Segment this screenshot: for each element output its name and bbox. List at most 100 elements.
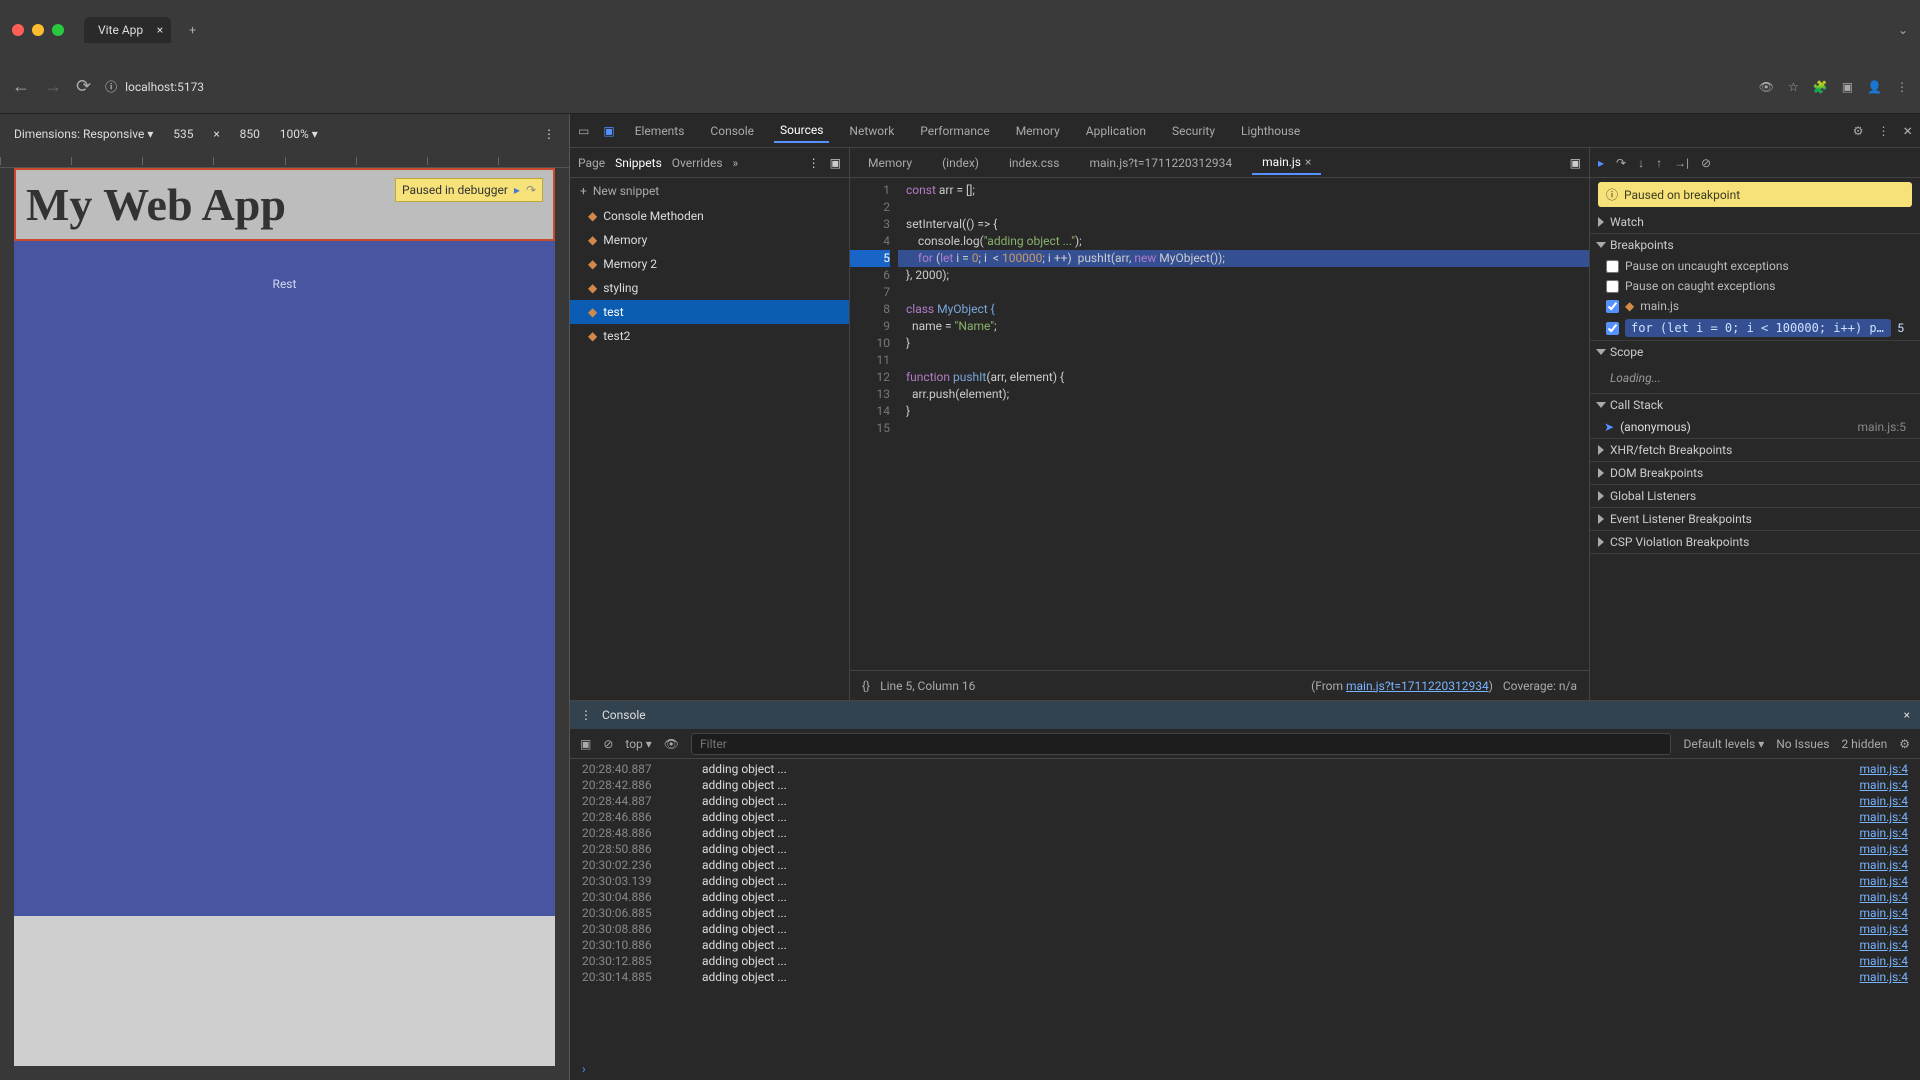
- device-toggle-icon[interactable]: ▣: [603, 124, 614, 138]
- pause-caught-checkbox[interactable]: Pause on caught exceptions: [1590, 276, 1920, 296]
- log-source-link[interactable]: main.js:4: [1860, 906, 1908, 920]
- page-preview[interactable]: My Web App Paused in debugger ▸ ↷ Rest: [14, 168, 555, 1066]
- tab-console[interactable]: Console: [704, 120, 760, 142]
- console-settings-icon[interactable]: ⚙: [1899, 737, 1910, 751]
- dom-breakpoints[interactable]: DOM Breakpoints: [1590, 462, 1920, 484]
- console-log-list[interactable]: 20:28:40.887adding object ...main.js:420…: [570, 759, 1920, 1058]
- back-button[interactable]: ←: [12, 76, 30, 97]
- tab-elements[interactable]: Elements: [629, 120, 691, 142]
- inspect-icon[interactable]: ▭: [578, 124, 589, 138]
- log-source-link[interactable]: main.js:4: [1860, 778, 1908, 792]
- etab-indexcss[interactable]: index.css: [999, 152, 1069, 174]
- resume-button[interactable]: ▸: [1598, 156, 1604, 170]
- bp-line-row[interactable]: for (let i = 0; i < 100000; i++) p…5: [1590, 316, 1920, 340]
- url-field[interactable]: ⓘ localhost:5173: [105, 78, 1745, 95]
- snippet-item[interactable]: ◆test2: [570, 324, 849, 348]
- browser-tab[interactable]: Vite App ×: [84, 17, 171, 43]
- profile-icon[interactable]: 👤: [1867, 80, 1882, 94]
- step-into-button[interactable]: ↓: [1638, 156, 1644, 170]
- bp-file-row[interactable]: ◆main.js: [1590, 296, 1920, 316]
- step-over-button[interactable]: ↷: [1616, 156, 1626, 170]
- log-source-link[interactable]: main.js:4: [1860, 938, 1908, 952]
- eye-off-icon[interactable]: 👁: [1759, 80, 1774, 94]
- log-source-link[interactable]: main.js:4: [1860, 922, 1908, 936]
- console-menu-icon[interactable]: ⋮: [580, 708, 592, 722]
- tab-network[interactable]: Network: [843, 120, 900, 142]
- event-breakpoints[interactable]: Event Listener Breakpoints: [1590, 508, 1920, 530]
- callstack-frame[interactable]: ➤ (anonymous) main.js:5: [1590, 416, 1920, 438]
- site-info-icon[interactable]: ⓘ: [105, 78, 117, 95]
- format-icon[interactable]: {}: [862, 679, 870, 693]
- tab-lighthouse[interactable]: Lighthouse: [1235, 120, 1306, 142]
- minimize-window-button[interactable]: [32, 24, 44, 36]
- code-editor[interactable]: 1234 5678 9101112 131415 const arr = [];…: [850, 178, 1589, 670]
- width-input[interactable]: [163, 127, 203, 141]
- nav-page-tab[interactable]: Page: [578, 156, 605, 170]
- nav-snippets-tab[interactable]: Snippets: [615, 156, 662, 170]
- editor-more-icon[interactable]: ▣: [1570, 156, 1581, 170]
- watch-section[interactable]: Watch: [1590, 211, 1920, 233]
- code-lines[interactable]: const arr = []; setInterval(() => { cons…: [898, 178, 1589, 670]
- snippet-item[interactable]: ◆styling: [570, 276, 849, 300]
- nav-menu-icon[interactable]: ⋮: [808, 156, 820, 170]
- log-source-link[interactable]: main.js:4: [1860, 842, 1908, 856]
- callstack-section[interactable]: Call Stack: [1590, 394, 1920, 416]
- close-tab-icon[interactable]: ×: [1305, 155, 1311, 169]
- log-source-link[interactable]: main.js:4: [1860, 874, 1908, 888]
- levels-dropdown[interactable]: Default levels ▾: [1683, 737, 1764, 751]
- global-listeners[interactable]: Global Listeners: [1590, 485, 1920, 507]
- scope-section[interactable]: Scope: [1590, 341, 1920, 363]
- deactivate-breakpoints-button[interactable]: ⊘: [1701, 156, 1711, 170]
- tab-sources[interactable]: Sources: [774, 119, 829, 143]
- log-source-link[interactable]: main.js:4: [1860, 954, 1908, 968]
- clear-console-icon[interactable]: ⊘: [603, 737, 613, 751]
- step-button[interactable]: →|: [1674, 156, 1689, 170]
- close-drawer-icon[interactable]: ×: [1904, 708, 1910, 722]
- step-icon[interactable]: ↷: [526, 183, 536, 197]
- menu-icon[interactable]: ⋮: [1896, 80, 1908, 94]
- log-source-link[interactable]: main.js:4: [1860, 858, 1908, 872]
- snippet-item[interactable]: ◆Memory: [570, 228, 849, 252]
- new-snippet-button[interactable]: + New snippet: [570, 178, 849, 204]
- tab-performance[interactable]: Performance: [914, 120, 995, 142]
- xhr-breakpoints[interactable]: XHR/fetch Breakpoints: [1590, 439, 1920, 461]
- snippet-item[interactable]: ◆Console Methoden: [570, 204, 849, 228]
- reload-button[interactable]: ⟳: [76, 76, 91, 97]
- log-source-link[interactable]: main.js:4: [1860, 826, 1908, 840]
- snippet-item[interactable]: ◆Memory 2: [570, 252, 849, 276]
- devtools-menu-icon[interactable]: ⋮: [1877, 124, 1889, 138]
- filter-input[interactable]: [691, 733, 1671, 755]
- step-out-button[interactable]: ↑: [1656, 156, 1662, 170]
- context-dropdown[interactable]: top ▾: [625, 737, 651, 751]
- live-expression-icon[interactable]: 👁: [664, 737, 679, 751]
- close-window-button[interactable]: [12, 24, 24, 36]
- snippet-item[interactable]: ◆test: [570, 300, 849, 324]
- csp-breakpoints[interactable]: CSP Violation Breakpoints: [1590, 531, 1920, 553]
- pause-uncaught-checkbox[interactable]: Pause on uncaught exceptions: [1590, 256, 1920, 276]
- tab-application[interactable]: Application: [1080, 120, 1152, 142]
- etab-memory[interactable]: Memory: [858, 152, 922, 174]
- settings-icon[interactable]: ⚙: [1853, 124, 1864, 138]
- breakpoints-section[interactable]: Breakpoints: [1590, 234, 1920, 256]
- viewport-menu-icon[interactable]: ⋮: [543, 127, 555, 141]
- gutter[interactable]: 1234 5678 9101112 131415: [850, 178, 898, 670]
- nav-more-icon[interactable]: »: [733, 156, 739, 170]
- etab-mainjs-t[interactable]: main.js?t=1711220312934: [1079, 152, 1242, 174]
- log-source-link[interactable]: main.js:4: [1860, 794, 1908, 808]
- log-source-link[interactable]: main.js:4: [1860, 970, 1908, 984]
- side-panel-icon[interactable]: ▣: [1842, 80, 1853, 94]
- tab-memory[interactable]: Memory: [1010, 120, 1066, 142]
- nav-overrides-tab[interactable]: Overrides: [672, 156, 723, 170]
- dimensions-dropdown[interactable]: Dimensions: Responsive ▾: [14, 127, 153, 141]
- close-tab-icon[interactable]: ×: [157, 23, 163, 37]
- log-source-link[interactable]: main.js:4: [1860, 810, 1908, 824]
- etab-mainjs[interactable]: main.js×: [1252, 151, 1321, 175]
- maximize-window-button[interactable]: [52, 24, 64, 36]
- resume-icon[interactable]: ▸: [514, 183, 520, 197]
- tab-security[interactable]: Security: [1166, 120, 1221, 142]
- issues-badge[interactable]: No Issues: [1776, 737, 1829, 751]
- extensions-icon[interactable]: 🧩: [1813, 80, 1828, 94]
- bookmark-icon[interactable]: ☆: [1788, 80, 1799, 94]
- log-source-link[interactable]: main.js:4: [1860, 890, 1908, 904]
- log-source-link[interactable]: main.js:4: [1860, 762, 1908, 776]
